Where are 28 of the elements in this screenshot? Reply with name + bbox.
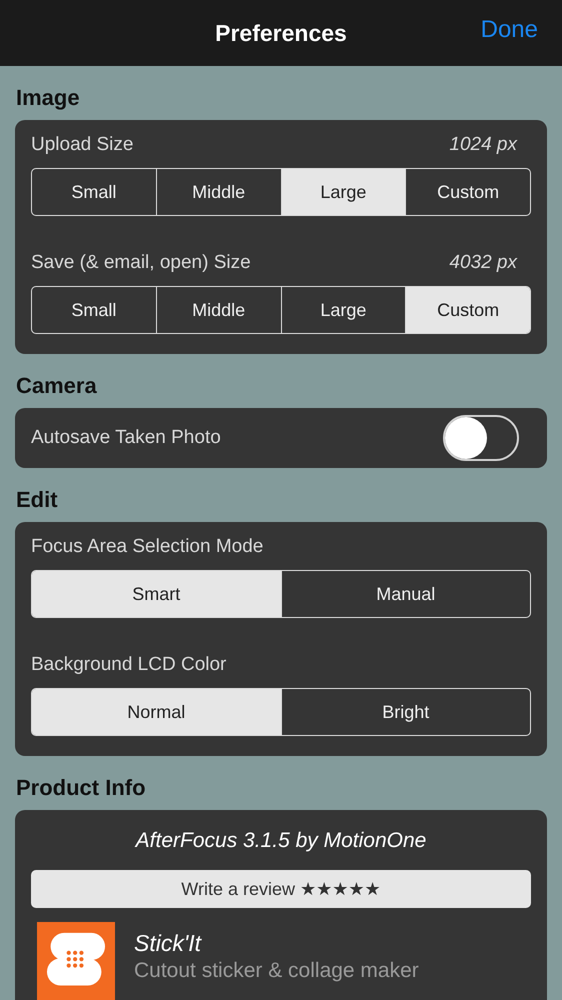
segment-option[interactable]: Manual <box>280 571 530 617</box>
setting-label: Focus Area Selection Mode <box>31 536 264 558</box>
segment-option[interactable]: Small <box>32 287 156 333</box>
done-button[interactable]: Done <box>480 16 538 44</box>
segment-option[interactable]: Normal <box>32 689 280 735</box>
setting-label: Background LCD Color <box>31 654 226 676</box>
setting-value: 4032 px <box>449 252 518 274</box>
screen-title: Preferences <box>215 20 347 46</box>
toggle-switch[interactable] <box>443 415 519 461</box>
setting-label: Upload Size <box>31 134 134 156</box>
section-header: Product Info <box>15 774 147 802</box>
setting-label: Save (& email, open) Size <box>31 252 251 274</box>
section-header: Edit <box>15 486 59 514</box>
segment-option[interactable]: Custom <box>405 169 530 215</box>
review-button[interactable]: Write a review ★★★★★ <box>31 870 531 908</box>
app-subtitle: Cutout sticker & collage maker <box>134 959 419 983</box>
app-name[interactable]: Stick'It <box>134 930 419 957</box>
segment-option[interactable]: Bright <box>280 689 530 735</box>
section-header: Camera <box>15 372 98 400</box>
setting-label: Autosave Taken Photo <box>31 427 221 449</box>
app-version-text: AfterFocus 3.1.5 by MotionOne <box>134 828 428 854</box>
segment-option[interactable]: Custom <box>405 287 530 333</box>
section-header: Image <box>15 84 81 112</box>
setting-value: 1024 px <box>449 134 518 156</box>
segment-option[interactable]: Small <box>32 169 156 215</box>
segment-option[interactable]: Large <box>280 169 406 215</box>
segment-option[interactable]: Middle <box>156 287 280 333</box>
segment-option[interactable]: Smart <box>32 571 280 617</box>
